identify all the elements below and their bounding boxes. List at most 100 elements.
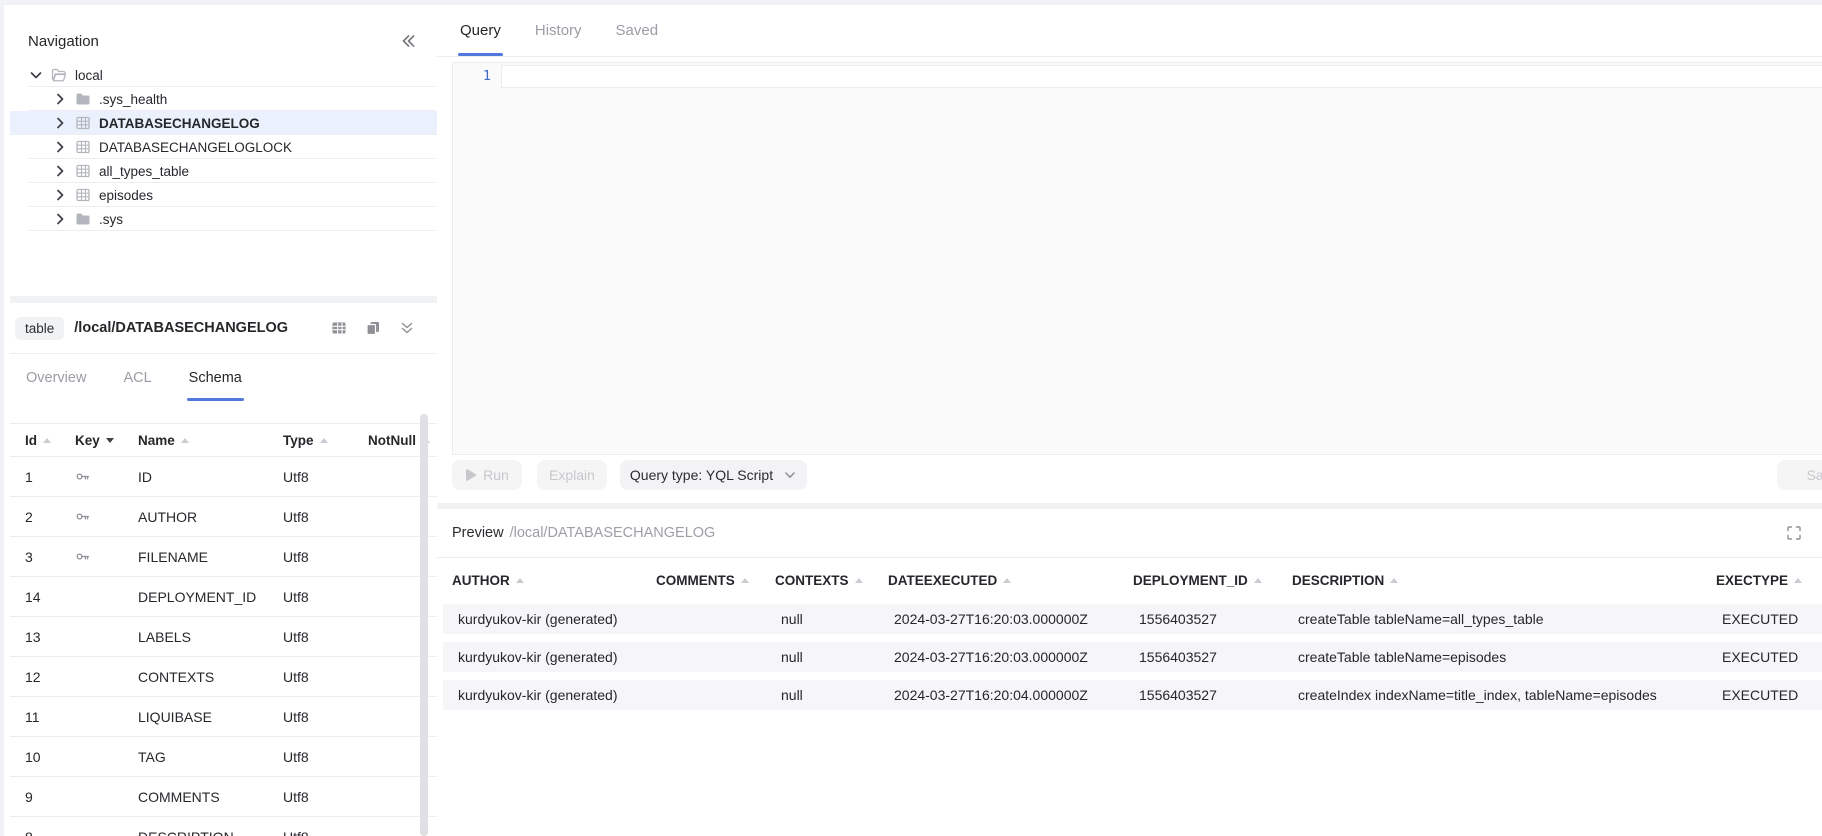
schema-row[interactable]: 14DEPLOYMENT_IDUtf8 — [10, 577, 437, 617]
navigation-panel: Navigation local.sys_healthDATABASECHANG… — [10, 5, 437, 296]
column-label: Name — [138, 433, 175, 448]
chevron-right-icon[interactable] — [52, 91, 68, 107]
query-editor[interactable]: 1 — [452, 62, 1822, 455]
schema-column-header[interactable]: Id — [25, 433, 75, 448]
chevron-down-icon[interactable] — [28, 67, 44, 83]
preview-column-header[interactable]: DESCRIPTION — [1292, 573, 1716, 588]
save-query-button[interactable]: Save query — [1777, 460, 1822, 490]
tree-item-.sys_health[interactable]: .sys_health — [10, 87, 437, 111]
tab-history[interactable]: History — [533, 5, 584, 56]
preview-table-body: kurdyukov-kir (generated) null 2024-03-27T… — [437, 604, 1822, 836]
tab-query[interactable]: Query — [458, 5, 503, 56]
schema-row[interactable]: 11LIQUIBASEUtf8 — [10, 697, 437, 737]
schema-column-header[interactable]: Key — [75, 433, 138, 448]
folder-icon — [75, 211, 91, 227]
tab-overview[interactable]: Overview — [24, 354, 88, 401]
tree-item-DATABASECHANGELOG[interactable]: DATABASECHANGELOG — [10, 111, 437, 135]
schema-row[interactable]: 1IDUtf8 — [10, 457, 437, 497]
preview-cell-contexts: null — [781, 611, 894, 627]
schema-column-header[interactable]: Type — [283, 433, 368, 448]
preview-cell-dateexecuted: 2024-03-27T16:20:04.000000Z — [894, 687, 1139, 703]
column-label: CONTEXTS — [775, 573, 849, 588]
sort-caret-icon — [1254, 578, 1262, 583]
query-type-dropdown[interactable]: Query type: YQL Script — [620, 460, 807, 490]
schema-cell-id: 3 — [25, 549, 75, 565]
tab-saved[interactable]: Saved — [614, 5, 661, 56]
column-label: DESCRIPTION — [1292, 573, 1384, 588]
preview-column-header[interactable]: EXECTYPE — [1716, 573, 1822, 588]
chevron-right-icon[interactable] — [52, 211, 68, 227]
preview-cell-author: kurdyukov-kir (generated) — [458, 687, 662, 703]
preview-path: /local/DATABASECHANGELOG — [510, 525, 716, 541]
chevron-right-icon[interactable] — [52, 187, 68, 203]
editor-current-line[interactable] — [501, 65, 1822, 88]
schema-column-header[interactable]: Name — [138, 433, 283, 448]
tree-item-local[interactable]: local — [10, 63, 437, 87]
schema-row[interactable]: 13LABELSUtf8 — [10, 617, 437, 657]
panel-divider[interactable] — [10, 296, 437, 303]
double-chevron-down-icon[interactable] — [399, 320, 415, 336]
chevron-right-icon[interactable] — [52, 115, 68, 131]
copy-icon[interactable] — [365, 320, 381, 336]
preview-cell-description: createTable tableName=episodes — [1298, 649, 1722, 665]
schema-row[interactable]: 2AUTHORUtf8 — [10, 497, 437, 537]
schema-cell-id: 8 — [25, 829, 75, 836]
tab-label: Schema — [189, 370, 242, 386]
explain-button[interactable]: Explain — [537, 460, 607, 490]
tab-schema[interactable]: Schema — [187, 354, 244, 401]
schema-row[interactable]: 3 FILENAMEUtf8 — [10, 537, 437, 577]
preview-column-header[interactable]: DEPLOYMENT_ID — [1133, 573, 1292, 588]
tree-item-all_types_table[interactable]: all_types_table — [10, 159, 437, 183]
schema-cell-name: AUTHOR — [138, 509, 283, 525]
schema-cell-name: LABELS — [138, 629, 283, 645]
fullscreen-icon[interactable] — [1786, 525, 1802, 541]
collapse-panel-icon[interactable] — [399, 32, 417, 50]
tree-item-episodes[interactable]: episodes — [10, 183, 437, 207]
preview-cell-exectype: EXECUTED — [1722, 687, 1822, 703]
schema-row[interactable]: 8DESCRIPTIONUtf8 — [10, 817, 437, 836]
window-left-edge — [0, 0, 4, 836]
tab-acl[interactable]: ACL — [121, 354, 153, 401]
chevron-right-icon[interactable] — [52, 163, 68, 179]
table-preview-icon[interactable] — [331, 320, 347, 336]
preview-column-header[interactable]: CONTEXTS — [775, 573, 888, 588]
schema-cell-id: 11 — [25, 709, 75, 725]
preview-row[interactable]: kurdyukov-kir (generated)null2024-03-27T… — [443, 680, 1822, 710]
preview-cell-contexts: null — [781, 649, 894, 665]
preview-row[interactable]: kurdyukov-kir (generated)null2024-03-27T… — [443, 642, 1822, 672]
run-button[interactable]: Run — [452, 460, 522, 490]
preview-row[interactable]: kurdyukov-kir (generated)null2024-03-27T… — [443, 604, 1822, 634]
query-tabs: Query History Saved — [437, 5, 1822, 57]
column-label: COMMENTS — [656, 573, 735, 588]
schema-row[interactable]: 9COMMENTSUtf8 — [10, 777, 437, 817]
schema-cell-type: Utf8 — [283, 669, 368, 685]
schema-cell-type: Utf8 — [283, 509, 368, 525]
preview-column-header[interactable]: AUTHOR — [452, 573, 656, 588]
schema-cell-name: FILENAME — [138, 549, 283, 565]
key-icon — [75, 549, 138, 564]
tree-item-label: all_types_table — [99, 164, 189, 179]
schema-row[interactable]: 12CONTEXTSUtf8 — [10, 657, 437, 697]
preview-header-bar: Preview /local/DATABASECHANGELOG — [437, 509, 1822, 558]
chevron-right-icon[interactable] — [52, 139, 68, 155]
play-icon — [465, 469, 476, 481]
key-icon — [75, 509, 138, 524]
preview-column-header[interactable]: DATEEXECUTED — [888, 573, 1133, 588]
schema-cell-type: Utf8 — [283, 789, 368, 805]
schema-cell-key — [75, 469, 138, 484]
schema-cell-type: Utf8 — [283, 549, 368, 565]
schema-cell-type: Utf8 — [283, 749, 368, 765]
sort-caret-icon — [106, 438, 114, 443]
schema-cell-name: TAG — [138, 749, 283, 765]
tab-label: Query — [460, 22, 501, 39]
chevron-down-icon — [783, 468, 797, 482]
preview-cell-exectype: EXECUTED — [1722, 611, 1822, 627]
schema-row[interactable]: 10TAGUtf8 — [10, 737, 437, 777]
schema-scrollbar[interactable] — [420, 414, 428, 836]
tree-item-.sys[interactable]: .sys — [10, 207, 437, 231]
tree-item-DATABASECHANGELOGLOCK[interactable]: DATABASECHANGELOGLOCK — [10, 135, 437, 159]
preview-column-header[interactable]: COMMENTS — [656, 573, 775, 588]
preview-title: Preview — [452, 525, 504, 541]
preview-cell-exectype: EXECUTED — [1722, 649, 1822, 665]
folder-open-icon — [51, 67, 67, 83]
